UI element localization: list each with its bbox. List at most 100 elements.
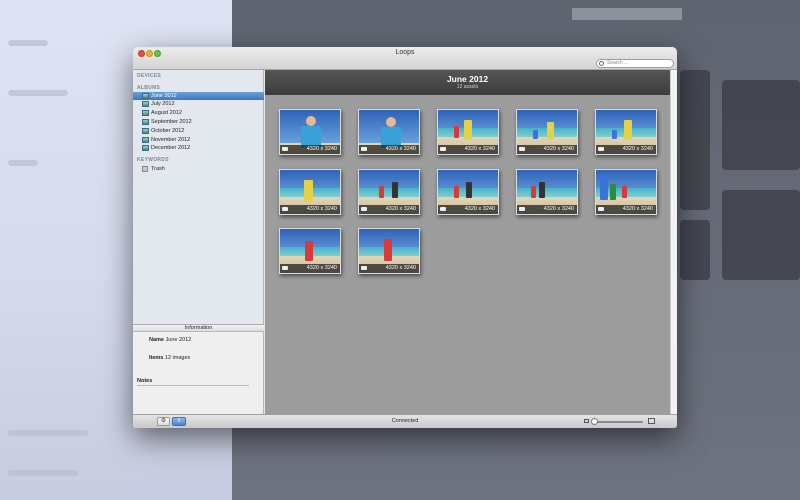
sidebar-item-june-2012[interactable]: June 2012 bbox=[133, 92, 264, 100]
photo-thumbnail[interactable]: 4320 x 3240 bbox=[437, 109, 499, 155]
image-dimensions: 4320 x 3240 bbox=[622, 146, 653, 152]
album-icon bbox=[142, 128, 149, 134]
search-icon bbox=[599, 61, 604, 66]
camera-icon bbox=[361, 266, 367, 270]
photo-thumbnail[interactable]: 4320 x 3240 bbox=[516, 169, 578, 215]
image-dimensions: 4320 x 3240 bbox=[306, 206, 337, 212]
album-icon bbox=[142, 145, 149, 151]
album-icon bbox=[142, 137, 149, 143]
thumbnail-info-bar: 4320 x 3240 bbox=[596, 145, 656, 154]
album-header: June 2012 12 assets bbox=[265, 70, 670, 95]
sidebar-item-label: July 2012 bbox=[151, 101, 175, 107]
sidebar-item-november-2012[interactable]: November 2012 bbox=[133, 136, 264, 144]
photo-thumbnail[interactable]: 4320 x 3240 bbox=[595, 169, 657, 215]
sidebar-item-label: Trash bbox=[151, 166, 165, 172]
photo-thumbnail[interactable]: 4320 x 3240 bbox=[279, 169, 341, 215]
photo-thumbnail[interactable]: 4320 x 3240 bbox=[358, 169, 420, 215]
zoom-out-icon[interactable] bbox=[584, 419, 589, 423]
bottom-toolbar: ⚙ i Connected bbox=[133, 414, 677, 428]
vertical-scrollbar[interactable] bbox=[670, 70, 677, 414]
sidebar-item-label: August 2012 bbox=[151, 110, 182, 116]
thumbnail-info-bar: 4320 x 3240 bbox=[517, 145, 577, 154]
zoom-slider-knob[interactable] bbox=[591, 418, 598, 425]
albums-header: ALBUMS bbox=[137, 85, 161, 91]
info-name-label: Name bbox=[149, 337, 164, 343]
thumbnail-info-bar: 4320 x 3240 bbox=[280, 145, 340, 154]
camera-icon bbox=[282, 207, 288, 211]
camera-icon bbox=[440, 147, 446, 151]
thumbnail-info-bar: 4320 x 3240 bbox=[359, 205, 419, 214]
sidebar-item-october-2012[interactable]: October 2012 bbox=[133, 127, 264, 135]
search-placeholder: Search ... bbox=[607, 60, 629, 66]
window-title: Loops bbox=[395, 49, 415, 56]
camera-icon bbox=[598, 207, 604, 211]
devices-header: DEVICES bbox=[137, 73, 162, 79]
sidebar-item-label: September 2012 bbox=[151, 119, 192, 125]
sidebar-item-label: November 2012 bbox=[151, 137, 191, 143]
camera-icon bbox=[361, 147, 367, 151]
information-pane: Information Name June 2012 Items 12 imag… bbox=[133, 324, 264, 414]
trash-icon bbox=[142, 166, 148, 172]
thumbnail-info-bar: 4320 x 3240 bbox=[517, 205, 577, 214]
info-items-label: Items bbox=[149, 355, 164, 361]
sidebar: DEVICES ALBUMS June 2012 July 2012 Augus… bbox=[133, 70, 264, 324]
thumbnail-info-bar: 4320 x 3240 bbox=[280, 205, 340, 214]
album-icon bbox=[142, 119, 149, 125]
camera-icon bbox=[361, 207, 367, 211]
photo-thumbnail[interactable]: 4320 x 3240 bbox=[516, 109, 578, 155]
album-icon bbox=[142, 101, 149, 107]
photo-thumbnail[interactable]: 4320 x 3240 bbox=[437, 169, 499, 215]
search-input[interactable]: Search ... bbox=[596, 59, 674, 68]
image-dimensions: 4320 x 3240 bbox=[385, 146, 416, 152]
notes-field[interactable] bbox=[137, 385, 249, 386]
image-dimensions: 4320 x 3240 bbox=[464, 206, 495, 212]
camera-icon bbox=[282, 266, 288, 270]
zoom-in-icon[interactable] bbox=[648, 418, 655, 424]
image-dimensions: 4320 x 3240 bbox=[306, 146, 337, 152]
album-title: June 2012 bbox=[446, 74, 489, 84]
image-dimensions: 4320 x 3240 bbox=[543, 206, 574, 212]
keywords-header: KEYWORDS bbox=[137, 157, 169, 163]
camera-icon bbox=[440, 207, 446, 211]
camera-icon bbox=[519, 147, 525, 151]
info-items-value: 12 images bbox=[164, 355, 191, 361]
photo-thumbnail[interactable]: 4320 x 3240 bbox=[279, 109, 341, 155]
sidebar-item-september-2012[interactable]: September 2012 bbox=[133, 118, 264, 126]
info-items-row: Items 12 images bbox=[149, 355, 190, 361]
thumbnail-info-bar: 4320 x 3240 bbox=[596, 205, 656, 214]
thumbnail-info-bar: 4320 x 3240 bbox=[438, 145, 498, 154]
info-name-row: Name June 2012 bbox=[149, 337, 191, 343]
image-dimensions: 4320 x 3240 bbox=[306, 265, 337, 271]
sidebar-item-label: June 2012 bbox=[151, 93, 177, 99]
information-header: Information bbox=[133, 324, 264, 332]
zoom-slider[interactable] bbox=[593, 421, 643, 423]
album-icon bbox=[142, 93, 149, 99]
image-dimensions: 4320 x 3240 bbox=[464, 146, 495, 152]
camera-icon bbox=[282, 147, 288, 151]
title-bar: Loops Search ... bbox=[133, 47, 677, 70]
info-name-value: June 2012 bbox=[165, 337, 192, 343]
photo-thumbnail[interactable]: 4320 x 3240 bbox=[595, 109, 657, 155]
sidebar-item-label: December 2012 bbox=[151, 145, 191, 151]
sidebar-item-august-2012[interactable]: August 2012 bbox=[133, 109, 264, 117]
photo-thumbnail[interactable]: 4320 x 3240 bbox=[279, 228, 341, 274]
image-dimensions: 4320 x 3240 bbox=[543, 146, 574, 152]
asset-count: 12 assets bbox=[456, 84, 479, 90]
photo-thumbnail[interactable]: 4320 x 3240 bbox=[358, 228, 420, 274]
camera-icon bbox=[519, 207, 525, 211]
thumbnail-info-bar: 4320 x 3240 bbox=[359, 264, 419, 273]
photo-thumbnail[interactable]: 4320 x 3240 bbox=[358, 109, 420, 155]
thumbnail-info-bar: 4320 x 3240 bbox=[438, 205, 498, 214]
sidebar-item-december-2012[interactable]: December 2012 bbox=[133, 144, 264, 152]
camera-icon bbox=[598, 147, 604, 151]
album-content: June 2012 12 assets 4320 x 3240 4320 x 3… bbox=[265, 70, 670, 414]
notes-label: Notes bbox=[137, 378, 153, 384]
thumbnail-info-bar: 4320 x 3240 bbox=[280, 264, 340, 273]
thumbnail-info-bar: 4320 x 3240 bbox=[359, 145, 419, 154]
app-window: Loops Search ... DEVICES ALBUMS June 201… bbox=[133, 47, 677, 428]
sidebar-item-july-2012[interactable]: July 2012 bbox=[133, 100, 264, 108]
sidebar-item-label: October 2012 bbox=[151, 128, 185, 134]
sidebar-item-trash[interactable]: Trash bbox=[133, 165, 264, 173]
album-icon bbox=[142, 110, 149, 116]
image-dimensions: 4320 x 3240 bbox=[385, 206, 416, 212]
